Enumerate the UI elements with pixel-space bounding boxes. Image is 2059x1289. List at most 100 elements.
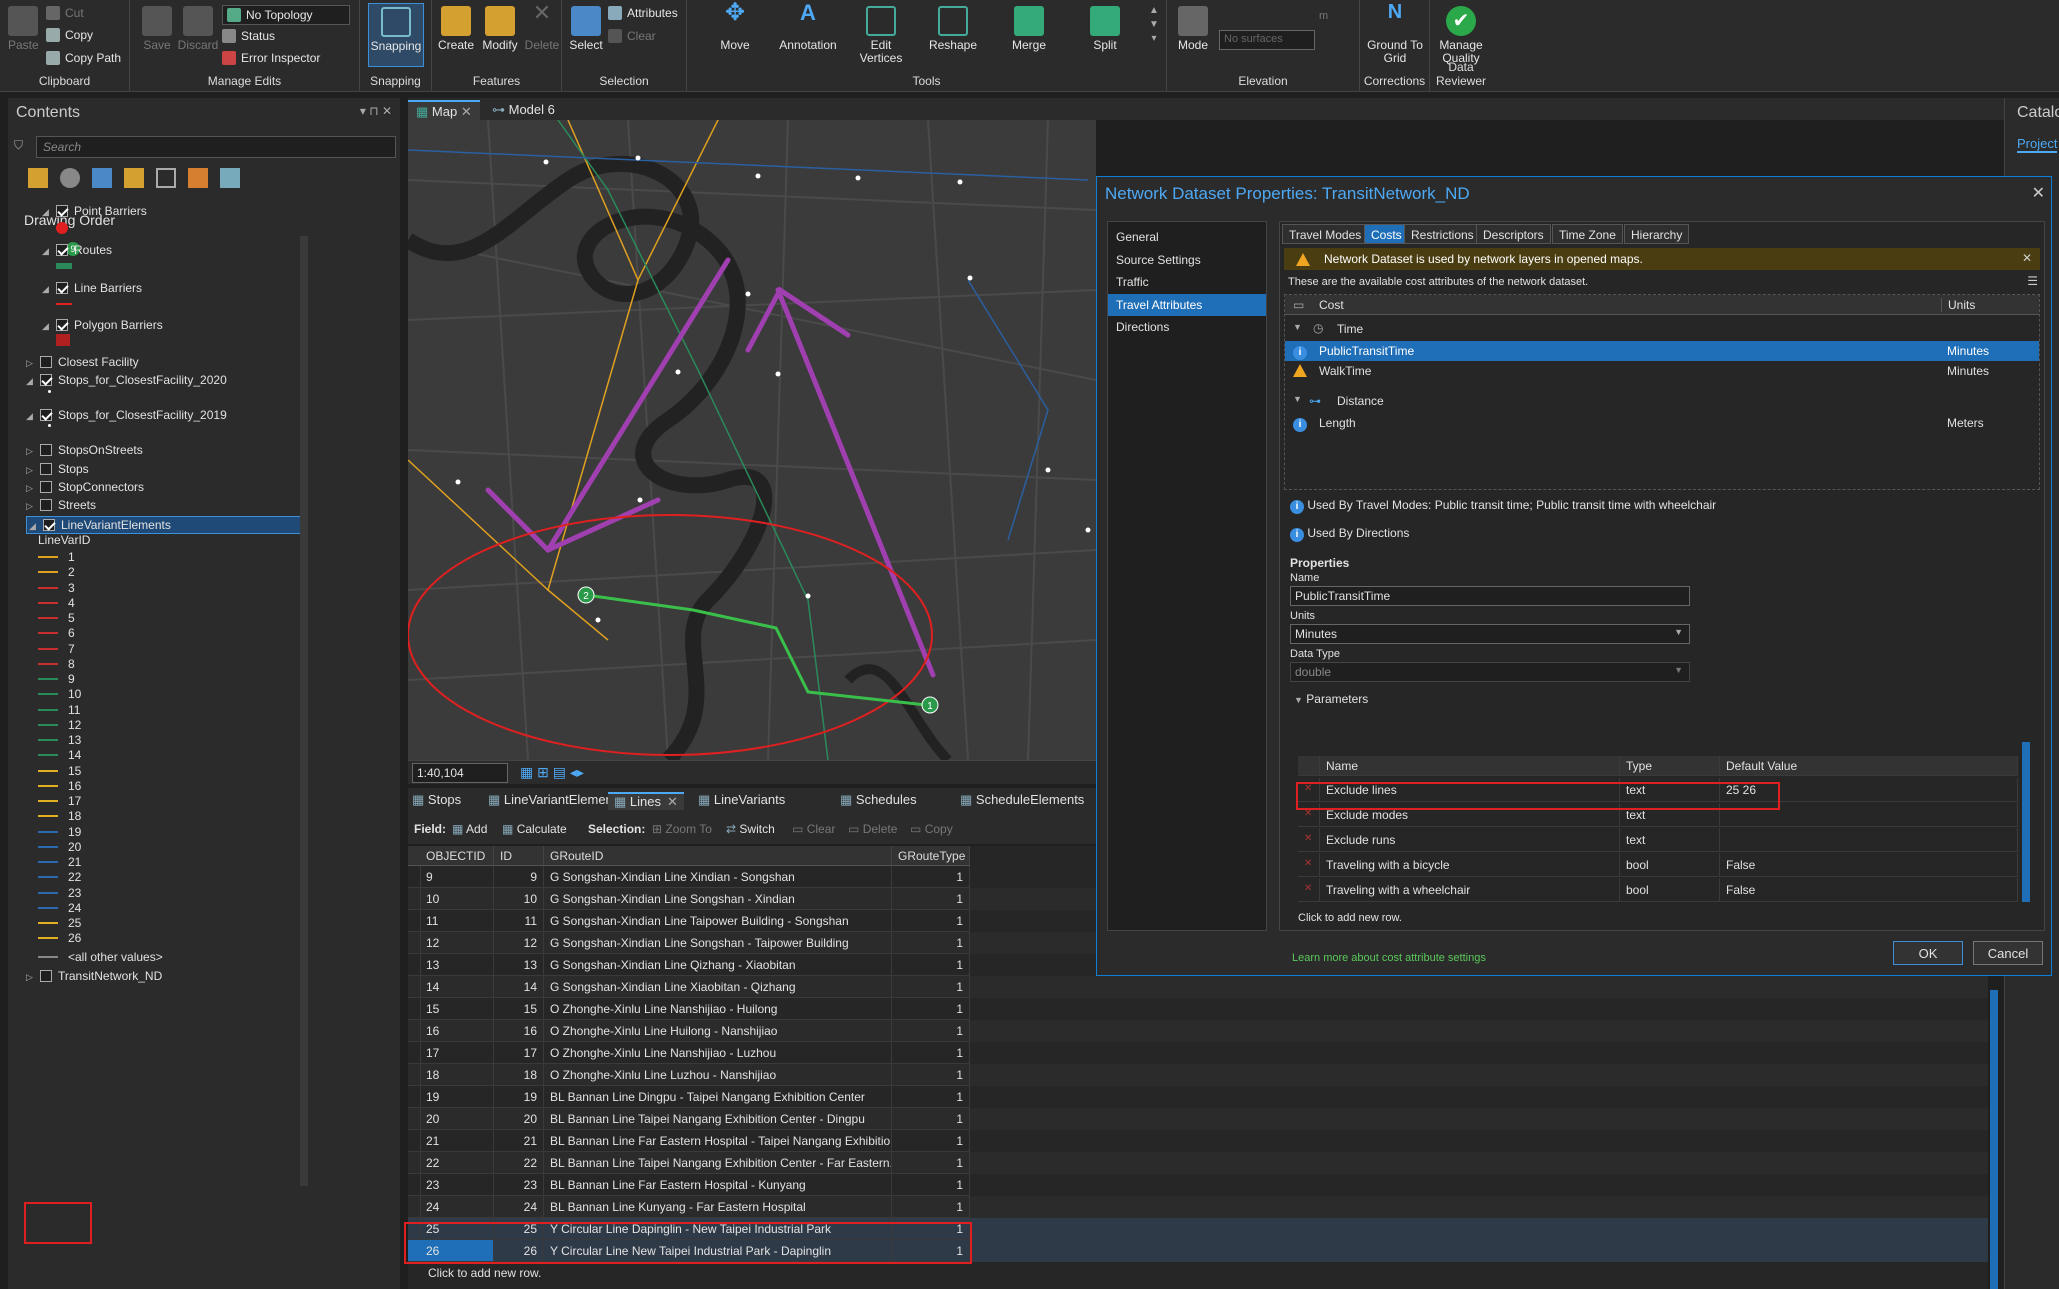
remove-param-icon[interactable]: ✕ [1298, 828, 1320, 852]
params-row[interactable]: ✕ Traveling with a wheelchair bool False [1298, 878, 2018, 902]
copy-button[interactable]: Copy [46, 28, 93, 42]
layer-item[interactable]: ▷ Stops [26, 462, 89, 476]
collapse-icon[interactable]: ▼ [1293, 394, 1302, 404]
modify-button[interactable]: Modify [478, 6, 522, 52]
table-row[interactable]: 21 21 BL Bannan Line Far Eastern Hospital … [408, 1130, 1988, 1152]
column-header[interactable]: OBJECTID [420, 846, 494, 866]
nav-item[interactable]: General [1108, 226, 1266, 248]
cost-row-publictransittime[interactable]: i PublicTransitTime Minutes [1285, 341, 2039, 361]
map-canvas[interactable]: 2 1 [408, 120, 1096, 760]
layer-item[interactable]: ▷ Closest Facility [26, 355, 139, 369]
layer-checkbox[interactable] [40, 374, 52, 386]
params-cell[interactable]: False [1720, 853, 2018, 877]
tab-table[interactable]: ▦ Schedules [840, 792, 917, 808]
filter-icon[interactable]: ⛉ [14, 138, 23, 153]
table-add-row[interactable]: Click to add new row. [428, 1266, 541, 1280]
editing-icon[interactable] [124, 168, 144, 188]
dialog-tab[interactable]: Costs [1364, 224, 1409, 244]
layer-item[interactable]: ◢ Stops_for_ClosestFacility_2020 [26, 373, 227, 387]
table-row[interactable]: 20 20 BL Bannan Line Taipei Nangang Exhibi… [408, 1108, 1988, 1130]
tab-table[interactable]: ▦ ScheduleElements [960, 792, 1084, 808]
copy-path-button[interactable]: Copy Path [46, 51, 121, 65]
map-view[interactable]: 2 1 [408, 120, 1096, 760]
catalog-project-tab[interactable]: Project [2017, 136, 2058, 153]
dialog-tab[interactable]: Hierarchy [1624, 224, 1690, 244]
name-input[interactable]: PublicTransitTime [1290, 586, 1690, 606]
topology-dropdown[interactable]: No Topology [222, 5, 350, 25]
remove-param-icon[interactable]: ✕ [1298, 878, 1320, 902]
column-header[interactable]: ID [494, 846, 544, 866]
params-cell[interactable]: False [1720, 878, 2018, 902]
layer-item[interactable]: ◢ Stops_for_ClosestFacility_2019 [26, 408, 227, 422]
move-button[interactable]: ✥ Move [707, 1, 763, 52]
layer-item[interactable]: ▷ StopConnectors [26, 480, 144, 494]
params-row[interactable]: ✕ Exclude runs text [1298, 828, 2018, 852]
params-add-row[interactable]: Click to add new row. [1298, 912, 1402, 924]
edit-vertices-button[interactable]: Edit Vertices [853, 6, 909, 65]
units-dropdown[interactable]: Minutes ▼ [1290, 624, 1690, 644]
scale-dropdown[interactable]: 1:40,104 [412, 763, 508, 783]
collapse-icon[interactable]: ▼ [1293, 322, 1302, 332]
merge-button[interactable]: Merge [1001, 6, 1057, 52]
layer-item[interactable]: ◢ Polygon Barriers [42, 318, 163, 332]
map-navigation-controls[interactable]: ▦ ⊞ ▤ ◂▸ [520, 764, 600, 782]
column-header[interactable]: GRouteID [544, 846, 892, 866]
table-row[interactable]: 22 22 BL Bannan Line Taipei Nangang Exhibi… [408, 1152, 1988, 1174]
create-button[interactable]: Create [436, 6, 476, 52]
table-row[interactable]: 17 17 O Zhonghe-Xinlu Line Nanshijiao - Lu… [408, 1042, 1988, 1064]
expand-icon[interactable]: ▷ [26, 972, 36, 983]
tab-model[interactable]: ⊶ Model 6 [484, 100, 563, 120]
contents-pane-controls[interactable]: ▾ ⊓ ✕ [360, 104, 392, 118]
params-row[interactable]: ✕ Traveling with a bicycle bool False [1298, 853, 2018, 877]
tab-table[interactable]: ▦ LineVariants [698, 792, 785, 808]
tab-map[interactable]: ▦ Map ✕ [408, 100, 480, 120]
layer-checkbox[interactable] [56, 244, 68, 256]
group-time[interactable]: ▼ ◷ Time [1285, 319, 2039, 339]
layer-item[interactable]: ▷ TransitNetwork_ND [26, 969, 162, 983]
expand-icon[interactable]: ▷ [26, 483, 36, 494]
column-header[interactable]: GRouteType [892, 846, 970, 866]
selection-icon[interactable] [92, 168, 112, 188]
save-button[interactable]: Save [140, 6, 174, 52]
properties-scrollbar[interactable] [2022, 742, 2030, 902]
ground-to-grid-button[interactable]: N Ground To Grid [1364, 2, 1426, 65]
delete-rows-button[interactable]: ▭ Delete [848, 822, 897, 836]
clear-selection-button[interactable]: Clear [608, 29, 656, 43]
expand-icon[interactable]: ◢ [42, 207, 52, 218]
params-cell[interactable] [1720, 828, 2018, 852]
contents-scrollbar[interactable] [300, 236, 308, 1186]
expand-icon[interactable]: ◢ [42, 246, 52, 257]
ok-button[interactable]: OK [1893, 941, 1963, 965]
dialog-tab[interactable]: Time Zone [1552, 224, 1623, 244]
table-row[interactable]: 19 19 BL Bannan Line Dingpu - Taipei Nanga… [408, 1086, 1988, 1108]
expand-icon[interactable]: ◢ [29, 521, 39, 532]
layer-item[interactable]: ◢ LineVariantElements [26, 516, 302, 534]
layer-item[interactable]: ▷ StopsOnStreets [26, 443, 143, 457]
cancel-button[interactable]: Cancel [1973, 941, 2043, 965]
dialog-tab[interactable]: Travel Modes [1282, 224, 1369, 244]
nav-item[interactable]: Directions [1108, 316, 1266, 338]
expand-icon[interactable]: ▷ [26, 358, 36, 369]
select-button[interactable]: Select [566, 6, 606, 52]
clear-button[interactable]: ▭ Clear [792, 822, 835, 836]
dialog-tab[interactable]: Restrictions [1404, 224, 1481, 244]
reshape-button[interactable]: Reshape [925, 6, 981, 52]
layer-checkbox[interactable] [40, 356, 52, 368]
layer-checkbox[interactable] [40, 409, 52, 421]
menu-icon[interactable]: ☰ [2027, 274, 2038, 288]
close-icon[interactable]: ✕ [2032, 183, 2045, 203]
layer-item[interactable]: ▷ Streets [26, 498, 96, 512]
layer-checkbox[interactable] [40, 499, 52, 511]
table-row[interactable]: 23 23 BL Bannan Line Far Eastern Hospital … [408, 1174, 1988, 1196]
discard-button[interactable]: Discard [176, 6, 220, 52]
expand-icon[interactable]: ◢ [42, 284, 52, 295]
nav-item[interactable]: Travel Attributes [1108, 293, 1266, 316]
cost-row-walktime[interactable]: WalkTime Minutes [1285, 361, 2039, 381]
remove-param-icon[interactable]: ✕ [1298, 853, 1320, 877]
drawing-order-icon[interactable] [28, 168, 48, 188]
tools-gallery-scroll[interactable]: ▲ ▼ ▾ [1147, 4, 1161, 46]
layer-checkbox[interactable] [43, 519, 55, 531]
layer-checkbox[interactable] [56, 319, 68, 331]
group-distance[interactable]: ▼ ⊶ Distance [1285, 391, 2039, 411]
switch-button[interactable]: ⇄ Switch [726, 822, 775, 836]
